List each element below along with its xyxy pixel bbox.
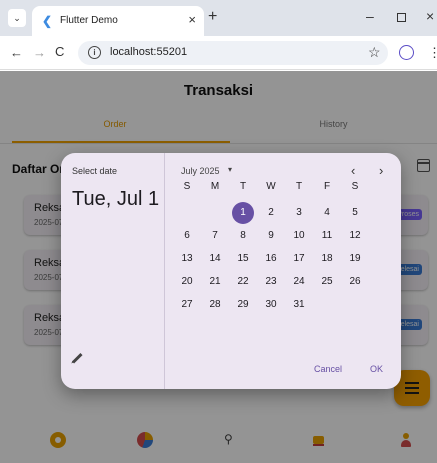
calendar-day[interactable]: 13 (175, 249, 199, 269)
forward-button[interactable]: → (33, 45, 46, 60)
calendar-day[interactable]: 25 (315, 272, 339, 292)
url-field[interactable]: i localhost:55201 (78, 41, 388, 65)
window-close-button[interactable]: × (426, 8, 434, 24)
pencil-edit-icon[interactable] (71, 352, 83, 364)
calendar-day[interactable]: 31 (287, 295, 311, 315)
calendar-day[interactable]: 22 (231, 272, 255, 292)
calendar-day[interactable]: 17 (287, 249, 311, 269)
window-minimize-button[interactable]: – (366, 8, 374, 24)
calendar-day[interactable]: 28 (203, 295, 227, 315)
calendar-day[interactable]: 11 (315, 226, 339, 246)
calendar-day[interactable]: 23 (259, 272, 283, 292)
calendar-day[interactable]: 6 (175, 226, 199, 246)
calendar-day[interactable]: 29 (231, 295, 255, 315)
weekday-label: W (266, 181, 276, 192)
chevron-down-icon[interactable]: ▾ (228, 165, 232, 174)
new-tab-button[interactable]: + (208, 8, 217, 26)
calendar-day[interactable]: 27 (175, 295, 199, 315)
calendar-day[interactable]: 8 (231, 226, 255, 246)
calendar-day[interactable]: 4 (315, 203, 339, 223)
calendar-day[interactable]: 19 (343, 249, 367, 269)
weekday-label: F (323, 181, 331, 192)
calendar-day[interactable]: 5 (343, 203, 367, 223)
browser-tab-bar: ⌄ ❮ Flutter Demo × + – × (0, 0, 437, 36)
browser-tab[interactable]: ❮ Flutter Demo × (32, 6, 204, 36)
browser-menu-icon[interactable]: ⋮ (428, 45, 437, 61)
date-picker-header: Select date Tue, Jul 1 (61, 153, 165, 389)
bookmark-star-icon[interactable]: ☆ (368, 44, 381, 61)
calendar-day[interactable]: 9 (259, 226, 283, 246)
cancel-button[interactable]: Cancel (314, 364, 342, 374)
reload-button[interactable]: C (55, 44, 64, 59)
tab-close-icon[interactable]: × (188, 12, 196, 27)
calendar-day[interactable]: 15 (231, 249, 255, 269)
back-button[interactable]: ← (10, 45, 23, 60)
month-year-selector[interactable]: July 2025 (181, 166, 220, 176)
url-text: localhost:55201 (110, 46, 188, 58)
calendar-day[interactable]: 26 (343, 272, 367, 292)
selected-date-headline: Tue, Jul 1 (72, 188, 160, 210)
weekday-label: M (210, 181, 220, 192)
calendar-day[interactable]: 21 (203, 272, 227, 292)
weekday-label: T (295, 181, 303, 192)
ok-button[interactable]: OK (370, 364, 383, 374)
address-bar: ← → C i localhost:55201 ☆ ⋮ (0, 36, 437, 70)
site-info-icon[interactable]: i (88, 46, 101, 59)
calendar-day[interactable]: 16 (259, 249, 283, 269)
calendar-day[interactable]: 2 (259, 203, 283, 223)
calendar-day[interactable]: 3 (287, 203, 311, 223)
calendar-day[interactable]: 10 (287, 226, 311, 246)
tab-search-button[interactable]: ⌄ (8, 9, 26, 27)
window-maximize-button[interactable] (397, 13, 406, 22)
calendar-day[interactable]: 7 (203, 226, 227, 246)
calendar-day[interactable]: 30 (259, 295, 283, 315)
weekday-label: S (183, 181, 191, 192)
date-picker-help-text: Select date (72, 166, 118, 176)
calendar-day[interactable]: 18 (315, 249, 339, 269)
flutter-favicon-icon: ❮ (42, 14, 53, 28)
weekday-label: S (351, 181, 359, 192)
calendar-day[interactable]: 14 (203, 249, 227, 269)
calendar-day-selected[interactable]: 1 (231, 202, 255, 224)
calendar-day[interactable]: 24 (287, 272, 311, 292)
weekday-label: T (239, 181, 247, 192)
date-picker-dialog: Select date Tue, Jul 1 July 2025 ▾ ‹ › S… (61, 153, 401, 389)
tab-title: Flutter Demo (60, 15, 118, 26)
previous-month-button[interactable]: ‹ (351, 163, 355, 178)
calendar-day[interactable]: 12 (343, 226, 367, 246)
next-month-button[interactable]: › (379, 163, 383, 178)
calendar-day[interactable]: 20 (175, 272, 199, 292)
profile-avatar[interactable] (399, 45, 414, 60)
